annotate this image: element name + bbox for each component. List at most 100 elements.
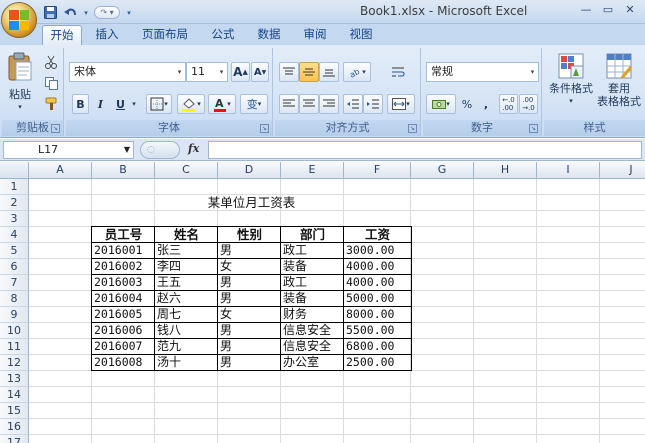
quick-access-toolbar: ▾ ↷ ▾ ▾ (42, 4, 134, 21)
paste-label: 粘贴 (9, 88, 31, 101)
tab-formulas[interactable]: 公式 (203, 25, 243, 45)
format-as-table-button[interactable]: 套用 表格格式 (594, 52, 644, 108)
column-header-i[interactable]: I (537, 162, 600, 179)
name-box[interactable]: L17 ▼ (3, 141, 134, 159)
merge-center-icon[interactable]: ▾ (387, 94, 415, 114)
underline-dropdown-icon[interactable]: ▾ (129, 94, 139, 114)
row-header-1[interactable]: 1 (0, 179, 29, 195)
row-header-3[interactable]: 3 (0, 211, 29, 227)
row-header-16[interactable]: 16 (0, 419, 29, 435)
align-middle-icon[interactable] (299, 62, 319, 82)
restore-button[interactable]: ▭ (597, 0, 619, 18)
conditional-format-button[interactable]: 条件格式 ▾ (547, 52, 595, 108)
number-launcher-icon[interactable]: ↘ (529, 124, 538, 133)
align-right-icon[interactable] (319, 94, 339, 114)
svg-text:ab: ab (348, 67, 361, 78)
row-header-7[interactable]: 7 (0, 275, 29, 291)
comma-button[interactable]: , (478, 94, 494, 114)
row-header-2[interactable]: 2 (0, 195, 29, 211)
fill-color-button[interactable]: ▾ (177, 94, 205, 114)
tab-page-layout[interactable]: 页面布局 (133, 25, 197, 45)
row-header-12[interactable]: 12 (0, 355, 29, 371)
row-header-15[interactable]: 15 (0, 403, 29, 419)
orientation-icon[interactable]: ab ▾ (343, 62, 371, 82)
formula-input[interactable] (208, 141, 642, 159)
conditional-format-icon (557, 52, 585, 80)
select-all-button[interactable] (0, 162, 29, 179)
decrease-indent-icon[interactable] (343, 94, 363, 114)
wrap-text-icon[interactable] (387, 62, 409, 82)
row-header-8[interactable]: 8 (0, 291, 29, 307)
cut-icon[interactable] (42, 52, 60, 72)
number-format-select[interactable]: 常规 ▾ (426, 62, 539, 82)
currency-icon[interactable]: ▾ (426, 94, 456, 114)
chevron-down-icon: ▾ (219, 68, 224, 76)
clipboard-launcher-icon[interactable]: ↘ (51, 124, 60, 133)
conditional-format-dropdown-icon: ▾ (569, 97, 573, 105)
column-header-a[interactable]: A (29, 162, 92, 179)
insert-function-button[interactable]: fx (188, 142, 199, 155)
column-header-e[interactable]: E (281, 162, 344, 179)
font-color-button[interactable]: A ▾ (208, 94, 236, 114)
window-controls: — ▭ ✕ (575, 0, 641, 18)
align-top-icon[interactable] (279, 62, 299, 82)
office-button[interactable] (1, 2, 37, 38)
percent-button[interactable]: % (458, 94, 476, 114)
borders-button[interactable]: ▾ (146, 94, 172, 114)
gridline (29, 434, 645, 435)
undo-icon[interactable] (62, 5, 78, 20)
column-header-h[interactable]: H (474, 162, 537, 179)
tab-view[interactable]: 视图 (341, 25, 381, 45)
align-bottom-icon[interactable] (319, 62, 339, 82)
row-header-10[interactable]: 10 (0, 323, 29, 339)
column-header-d[interactable]: D (218, 162, 281, 179)
column-header-g[interactable]: G (411, 162, 474, 179)
minimize-button[interactable]: — (575, 0, 597, 18)
grow-font-button[interactable]: A ▲ (231, 62, 250, 82)
worksheet-grid: A B C D E F G H I J 1 2 3 4 5 6 7 8 9 10… (0, 162, 645, 443)
underline-button[interactable]: U (112, 94, 129, 114)
tab-data[interactable]: 数据 (249, 25, 289, 45)
font-size-select[interactable]: 11 ▾ (186, 62, 228, 82)
row-header-11[interactable]: 11 (0, 339, 29, 355)
row-header-14[interactable]: 14 (0, 387, 29, 403)
italic-button[interactable]: I (92, 94, 109, 114)
align-center-icon[interactable] (299, 94, 319, 114)
tab-home[interactable]: 开始 (42, 25, 82, 45)
row-header-4[interactable]: 4 (0, 227, 29, 243)
increase-decimal-icon[interactable]: ←.0.00 (499, 94, 518, 114)
customize-qat-icon[interactable]: ▾ (124, 5, 134, 20)
row-header-6[interactable]: 6 (0, 259, 29, 275)
phonetic-button[interactable]: 变 ▾ (240, 94, 268, 114)
close-button[interactable]: ✕ (619, 0, 641, 18)
format-painter-icon[interactable] (42, 94, 60, 114)
column-header-j[interactable]: J (600, 162, 645, 179)
tab-review[interactable]: 审阅 (295, 25, 335, 45)
paste-button[interactable]: 粘贴 ▾ (5, 52, 35, 114)
redo-icon[interactable]: ↷ ▾ (94, 6, 120, 19)
row-header-13[interactable]: 13 (0, 371, 29, 387)
decrease-decimal-icon[interactable]: .00 →.0 (519, 94, 538, 114)
copy-icon[interactable] (42, 73, 60, 93)
alignment-launcher-icon[interactable]: ↘ (408, 124, 417, 133)
svg-text:A: A (215, 97, 224, 110)
increase-indent-icon[interactable] (363, 94, 383, 114)
sheet-title[interactable]: 某单位月工资表 (92, 195, 411, 211)
column-header-b[interactable]: B (92, 162, 155, 179)
row-header-17[interactable]: 17 (0, 435, 29, 443)
row-header-9[interactable]: 9 (0, 307, 29, 323)
column-header-c[interactable]: C (155, 162, 218, 179)
undo-dropdown-icon[interactable]: ▾ (82, 5, 90, 20)
shrink-font-button[interactable]: A ▼ (251, 62, 269, 82)
font-family-select[interactable]: 宋体 ▾ (69, 62, 186, 82)
row-header-5[interactable]: 5 (0, 243, 29, 259)
name-box-value: L17 (38, 143, 59, 156)
column-header-f[interactable]: F (344, 162, 411, 179)
save-icon[interactable] (42, 5, 58, 20)
bold-button[interactable]: B (72, 94, 89, 114)
window-title: Book1.xlsx - Microsoft Excel (360, 4, 528, 18)
align-left-icon[interactable] (279, 94, 299, 114)
tab-insert[interactable]: 插入 (87, 25, 127, 45)
font-launcher-icon[interactable]: ↘ (260, 124, 269, 133)
chevron-down-icon: ▾ (177, 68, 182, 76)
